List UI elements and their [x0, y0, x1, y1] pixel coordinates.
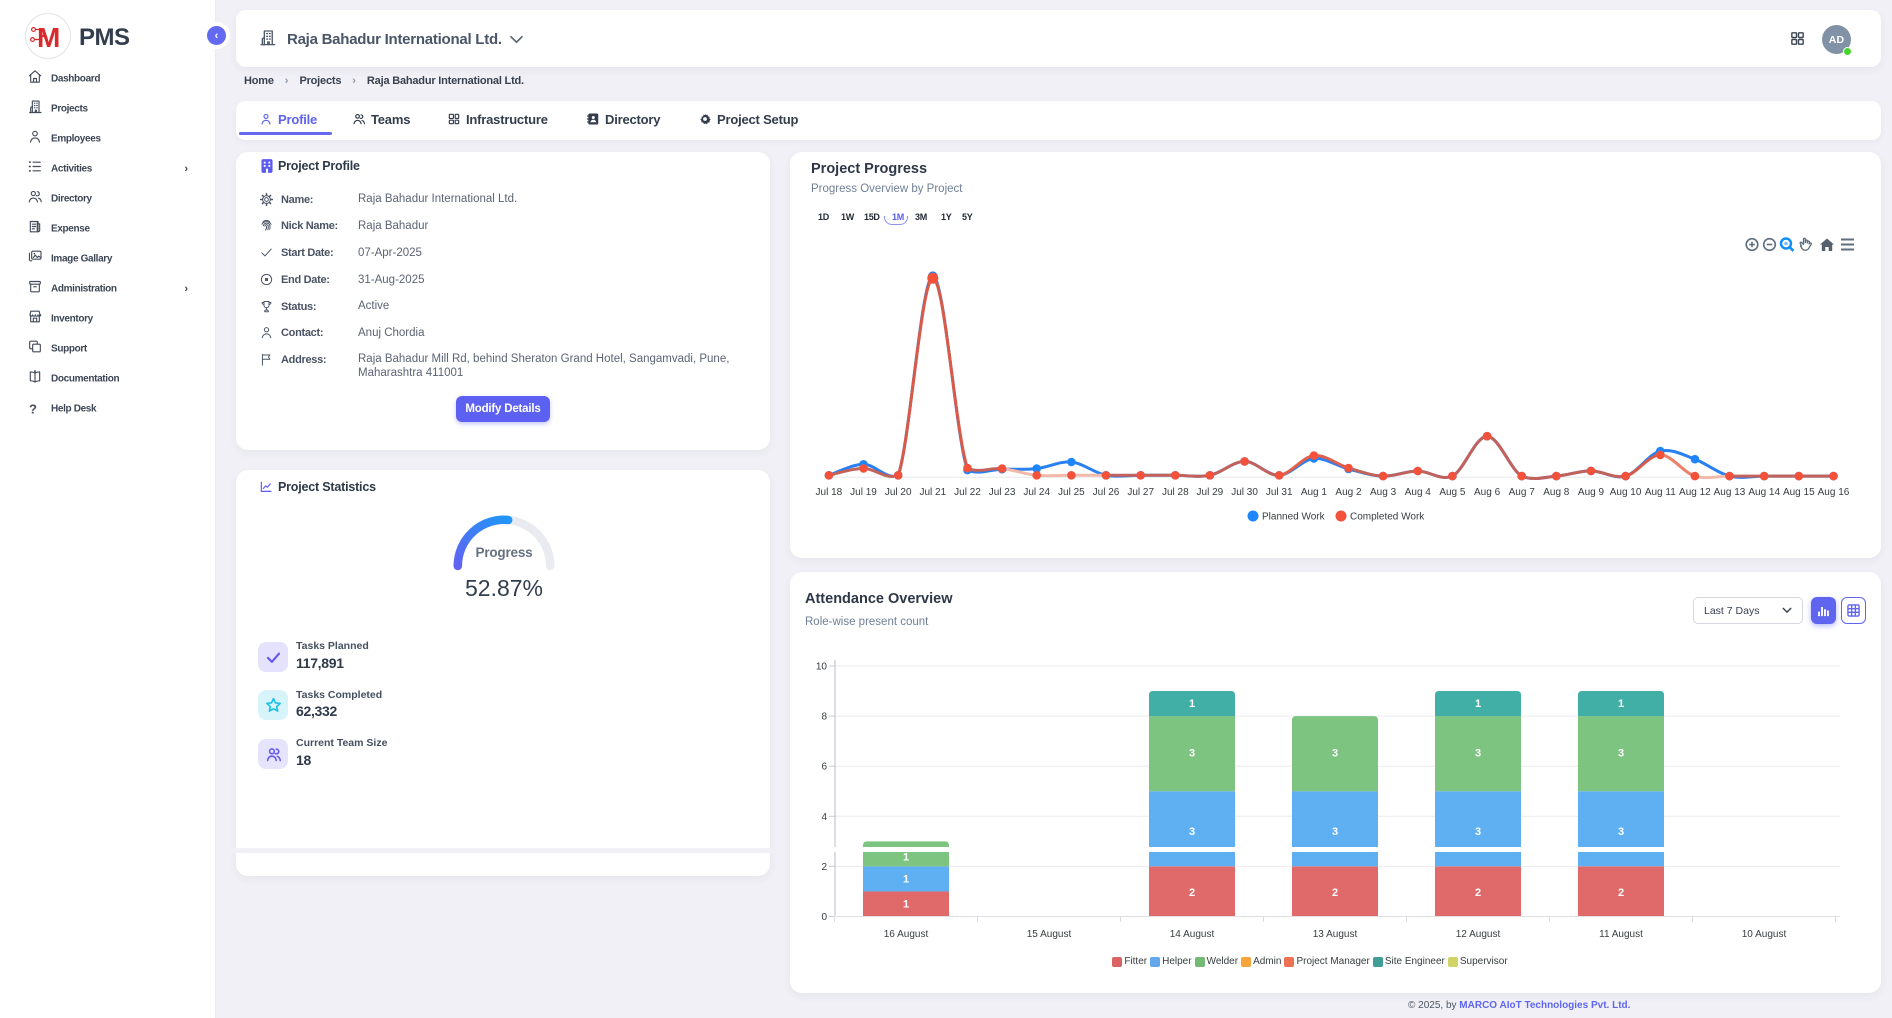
- svg-text:Aug 7: Aug 7: [1509, 487, 1536, 498]
- svg-text:10 August: 10 August: [1742, 929, 1787, 940]
- svg-text:Aug 6: Aug 6: [1474, 487, 1501, 498]
- svg-text:Aug 8: Aug 8: [1543, 487, 1570, 498]
- svg-text:2: 2: [1189, 887, 1195, 899]
- svg-text:1: 1: [903, 899, 909, 911]
- svg-text:Jul 21: Jul 21: [919, 487, 946, 498]
- svg-text:Jul 29: Jul 29: [1197, 487, 1224, 498]
- svg-text:1: 1: [1189, 698, 1195, 710]
- svg-text:Jul 18: Jul 18: [816, 487, 843, 498]
- svg-text:13 August: 13 August: [1313, 929, 1358, 940]
- svg-text:Aug 14: Aug 14: [1748, 487, 1780, 498]
- svg-text:3: 3: [1332, 748, 1338, 760]
- svg-text:1: 1: [903, 874, 909, 886]
- svg-text:Aug 15: Aug 15: [1783, 487, 1815, 498]
- svg-text:10: 10: [816, 662, 828, 673]
- svg-text:M: M: [37, 22, 60, 53]
- svg-text:1: 1: [1475, 698, 1481, 710]
- svg-text:Jul 28: Jul 28: [1162, 487, 1189, 498]
- svg-text:Jul 27: Jul 27: [1127, 487, 1154, 498]
- svg-text:Aug 3: Aug 3: [1370, 487, 1397, 498]
- svg-text:Aug 4: Aug 4: [1405, 487, 1432, 498]
- svg-text:3: 3: [1618, 826, 1624, 838]
- svg-text:Aug 1: Aug 1: [1301, 487, 1328, 498]
- svg-text:Jul 19: Jul 19: [850, 487, 877, 498]
- svg-text:3: 3: [1189, 826, 1195, 838]
- svg-text:Aug 5: Aug 5: [1439, 487, 1466, 498]
- svg-text:2: 2: [821, 862, 827, 873]
- svg-text:1: 1: [1618, 698, 1624, 710]
- svg-text:8: 8: [821, 712, 827, 723]
- svg-text:Aug 9: Aug 9: [1578, 487, 1605, 498]
- svg-text:16 August: 16 August: [884, 929, 929, 940]
- svg-text:3: 3: [1475, 826, 1481, 838]
- svg-text:Completed Work: Completed Work: [1350, 512, 1425, 523]
- svg-text:Jul 23: Jul 23: [989, 487, 1016, 498]
- svg-text:Jul 26: Jul 26: [1093, 487, 1120, 498]
- svg-text:Jul 24: Jul 24: [1023, 487, 1050, 498]
- svg-text:0: 0: [821, 912, 827, 923]
- svg-text:Aug 2: Aug 2: [1335, 487, 1362, 498]
- svg-text:15 August: 15 August: [1027, 929, 1072, 940]
- svg-text:2: 2: [1618, 887, 1624, 899]
- svg-text:12 August: 12 August: [1456, 929, 1501, 940]
- svg-text:Aug 12: Aug 12: [1679, 487, 1711, 498]
- svg-text:2: 2: [1475, 887, 1481, 899]
- svg-text:Jul 31: Jul 31: [1266, 487, 1293, 498]
- svg-text:3: 3: [1189, 748, 1195, 760]
- svg-text:3: 3: [1332, 826, 1338, 838]
- svg-text:Jul 25: Jul 25: [1058, 487, 1085, 498]
- svg-text:Jul 30: Jul 30: [1231, 487, 1258, 498]
- svg-text:Aug 10: Aug 10: [1610, 487, 1642, 498]
- svg-text:4: 4: [821, 812, 827, 823]
- svg-text:6: 6: [821, 762, 827, 773]
- svg-text:14 August: 14 August: [1170, 929, 1215, 940]
- svg-text:3: 3: [1475, 748, 1481, 760]
- svg-text:Aug 13: Aug 13: [1714, 487, 1746, 498]
- svg-text:1: 1: [903, 852, 909, 864]
- svg-text:Jul 22: Jul 22: [954, 487, 981, 498]
- svg-text:2: 2: [1332, 887, 1338, 899]
- svg-text:Jul 20: Jul 20: [885, 487, 912, 498]
- svg-text:3: 3: [1618, 748, 1624, 760]
- svg-text:Aug 11: Aug 11: [1645, 487, 1676, 498]
- svg-text:Aug 16: Aug 16: [1818, 487, 1850, 498]
- svg-text:Planned Work: Planned Work: [1262, 512, 1326, 523]
- svg-text:11 August: 11 August: [1599, 929, 1643, 940]
